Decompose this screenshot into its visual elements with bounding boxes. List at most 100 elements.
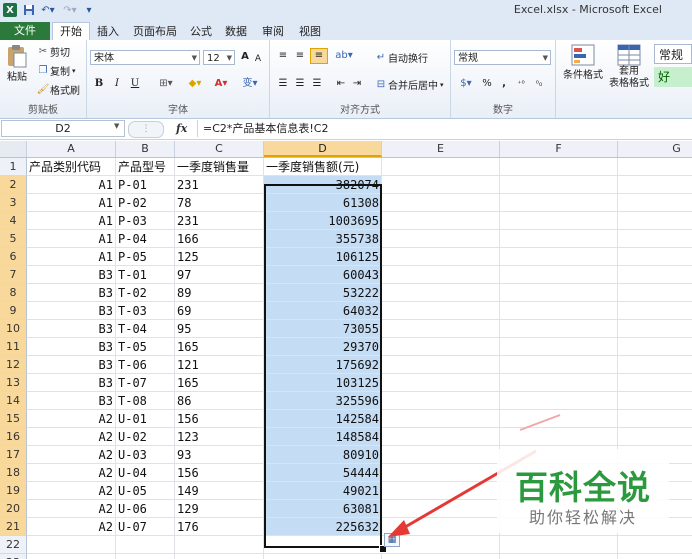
cell-g[interactable] (618, 248, 692, 266)
tab-home[interactable]: 开始 (52, 22, 90, 41)
italic-button[interactable]: I (111, 77, 123, 91)
cell-c[interactable] (175, 536, 264, 554)
cell-b[interactable]: U-05 (116, 482, 175, 500)
cell-e[interactable] (382, 482, 500, 500)
cell-g[interactable] (618, 554, 692, 559)
cell-c[interactable]: 156 (175, 410, 264, 428)
paste-button[interactable]: 粘贴 (4, 44, 30, 88)
cell-d[interactable]: 一季度销售额(元) (264, 158, 382, 176)
cell-a[interactable]: B3 (27, 284, 116, 302)
cell-c[interactable]: 123 (175, 428, 264, 446)
cell-c[interactable]: 95 (175, 320, 264, 338)
row-header[interactable]: 8 (0, 284, 27, 302)
cell-c[interactable]: 78 (175, 194, 264, 212)
cell-d[interactable]: 142584 (264, 410, 382, 428)
row-header[interactable]: 15 (0, 410, 27, 428)
chevron-down-icon[interactable]: ▼ (114, 122, 119, 130)
cell-d[interactable]: 1003695 (264, 212, 382, 230)
cell-a[interactable]: B3 (27, 302, 116, 320)
cell-g[interactable] (618, 230, 692, 248)
column-header-b[interactable]: B (116, 141, 175, 157)
cell-b[interactable]: T-06 (116, 356, 175, 374)
row-header[interactable]: 17 (0, 446, 27, 464)
number-format-combo[interactable]: 常规 ▼ (454, 50, 551, 65)
currency-icon[interactable]: $▾ (455, 77, 477, 91)
autofill-options-icon[interactable]: ▦ (384, 533, 400, 547)
phonetic-icon[interactable]: 变▾ (239, 77, 261, 91)
cell-b[interactable]: U-03 (116, 446, 175, 464)
cell-f[interactable] (500, 284, 618, 302)
cell-g[interactable] (618, 302, 692, 320)
cell-d[interactable]: 73055 (264, 320, 382, 338)
cell-e[interactable] (382, 230, 500, 248)
font-size-combo[interactable]: 12 ▼ (203, 50, 235, 65)
cell-b[interactable]: T-08 (116, 392, 175, 410)
cell-g[interactable] (618, 320, 692, 338)
cell-b[interactable]: U-02 (116, 428, 175, 446)
tab-page-layout[interactable]: 页面布局 (126, 23, 184, 40)
tab-data[interactable]: 数据 (218, 23, 254, 40)
column-header-d[interactable]: D (264, 141, 382, 157)
decrease-indent-icon[interactable]: ⇤ (334, 77, 348, 91)
cell-a[interactable] (27, 554, 116, 559)
cell-e[interactable] (382, 302, 500, 320)
cell-a[interactable]: B3 (27, 266, 116, 284)
cell-c[interactable]: 129 (175, 500, 264, 518)
cell-d[interactable]: 325596 (264, 392, 382, 410)
cell-d[interactable]: 49021 (264, 482, 382, 500)
cell-e[interactable] (382, 194, 500, 212)
format-painter-button[interactable]: 🖌 格式刷 (36, 82, 80, 97)
column-header-f[interactable]: F (500, 141, 618, 157)
cell-a[interactable]: B3 (27, 338, 116, 356)
cell-d[interactable] (264, 536, 382, 554)
cell-f[interactable] (500, 302, 618, 320)
cell-g[interactable] (618, 374, 692, 392)
tab-view[interactable]: 视图 (292, 23, 328, 40)
row-header[interactable]: 22 (0, 536, 27, 554)
cell-b[interactable]: P-02 (116, 194, 175, 212)
cell-f[interactable] (500, 194, 618, 212)
cell-g[interactable] (618, 266, 692, 284)
cell-g[interactable] (618, 194, 692, 212)
cell-e[interactable] (382, 410, 500, 428)
cell-d[interactable]: 61308 (264, 194, 382, 212)
row-header[interactable]: 6 (0, 248, 27, 266)
comma-button[interactable]: , (499, 77, 509, 91)
cell-a[interactable]: A2 (27, 482, 116, 500)
cell-d[interactable]: 60043 (264, 266, 382, 284)
cell-f[interactable] (500, 266, 618, 284)
cell-d[interactable]: 225632 (264, 518, 382, 536)
row-header[interactable]: 5 (0, 230, 27, 248)
cell-f[interactable] (500, 554, 618, 559)
row-header[interactable]: 18 (0, 464, 27, 482)
cell-b[interactable]: P-03 (116, 212, 175, 230)
cell-c[interactable]: 97 (175, 266, 264, 284)
cell-g[interactable] (618, 338, 692, 356)
cell-f[interactable] (500, 356, 618, 374)
cell-b[interactable]: T-03 (116, 302, 175, 320)
increase-decimal-icon[interactable]: ⁺⁰ (513, 77, 529, 91)
cell-e[interactable] (382, 554, 500, 559)
row-header[interactable]: 12 (0, 356, 27, 374)
cell-a[interactable]: A2 (27, 500, 116, 518)
cell-e[interactable] (382, 446, 500, 464)
cell-g[interactable] (618, 284, 692, 302)
row-header[interactable]: 19 (0, 482, 27, 500)
merge-center-button[interactable]: ⊟ 合并后居中 ▾ (374, 77, 444, 92)
cell-c[interactable]: 166 (175, 230, 264, 248)
align-left-icon[interactable]: ☰ (276, 77, 290, 91)
row-header[interactable]: 10 (0, 320, 27, 338)
cell-e[interactable] (382, 248, 500, 266)
format-as-table-button[interactable]: 套用 表格格式 (606, 44, 652, 102)
cell-a[interactable]: B3 (27, 392, 116, 410)
cell-c[interactable]: 149 (175, 482, 264, 500)
cell-e[interactable] (382, 428, 500, 446)
cut-button[interactable]: ✂ 剪切 (36, 44, 70, 59)
cell-a[interactable]: A2 (27, 410, 116, 428)
cell-f[interactable] (500, 230, 618, 248)
column-header-g[interactable]: G (618, 141, 692, 157)
style-normal-cell[interactable]: 常规 (654, 44, 692, 64)
cell-g[interactable] (618, 176, 692, 194)
row-header[interactable]: 3 (0, 194, 27, 212)
name-box[interactable]: D2 (1, 120, 125, 137)
